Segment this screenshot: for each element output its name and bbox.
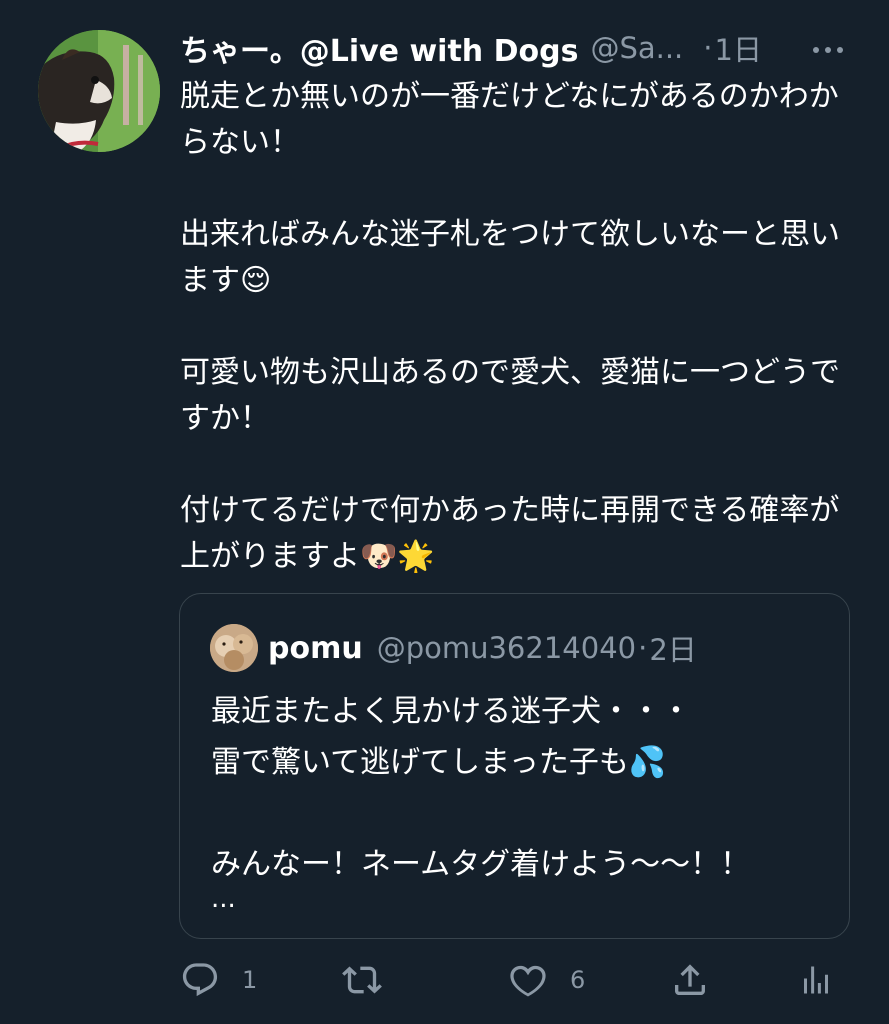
like-count: 6 — [570, 966, 586, 994]
quoted-author-handle[interactable]: @pomu36214040 — [377, 631, 636, 665]
quoted-author-avatar[interactable] — [210, 624, 258, 672]
quoted-text: 最近またよく見かける迷子犬・・・ 雷で驚いて逃げてしまった子も💦 みんなー！ネー… — [211, 694, 751, 882]
reply-icon — [182, 963, 218, 997]
tweet[interactable]: ちゃー。@Live with Dogs @Sa... · 1日 脱走とか無いのが… — [0, 0, 889, 1024]
like-button[interactable]: 6 — [508, 950, 585, 1010]
action-bar: 1 6 — [180, 950, 860, 1010]
share-button[interactable] — [670, 950, 710, 1010]
author-handle[interactable]: @Sa... — [590, 31, 683, 65]
tweet-timestamp[interactable]: 1日 — [715, 27, 762, 69]
author-avatar[interactable] — [38, 30, 160, 152]
quoted-separator-dot: · — [638, 631, 648, 665]
more-options-icon[interactable] — [810, 38, 846, 62]
tweet-text: 脱走とか無いのが一番だけどなにがあるのかわからない！ 出来ればみんな迷子札をつけ… — [180, 79, 840, 574]
quoted-tweet[interactable]: pomu @pomu36214040 · 2日 最近またよく見かける迷子犬・・・… — [179, 593, 850, 939]
quoted-truncation-ellipsis: ... — [211, 884, 236, 914]
analytics-button[interactable] — [798, 950, 834, 1010]
reply-button[interactable]: 1 — [180, 950, 257, 1010]
analytics-icon — [804, 966, 828, 994]
retweet-icon — [342, 966, 382, 994]
tweet-header: ちゃー。@Live with Dogs @Sa... · 1日 — [180, 26, 860, 70]
share-icon — [675, 964, 705, 995]
heart-icon — [510, 965, 546, 997]
retweet-button[interactable] — [340, 950, 384, 1010]
quoted-timestamp[interactable]: 2日 — [649, 627, 696, 669]
author-name[interactable]: ちゃー。@Live with Dogs — [180, 26, 578, 70]
quoted-header: pomu @pomu36214040 · 2日 — [268, 626, 697, 670]
quoted-author-name[interactable]: pomu — [268, 631, 363, 666]
separator-dot: · — [703, 31, 713, 65]
reply-count: 1 — [242, 966, 258, 994]
